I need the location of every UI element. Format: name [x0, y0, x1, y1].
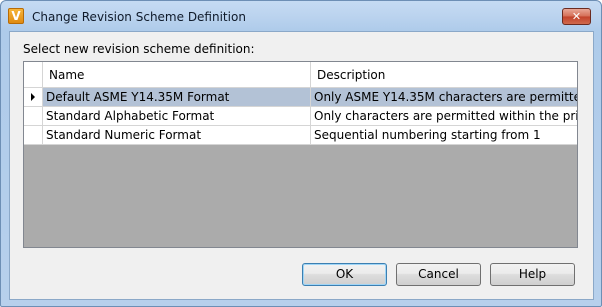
column-header-description[interactable]: Description: [311, 62, 577, 88]
column-header-name[interactable]: Name: [43, 62, 311, 88]
column-header-label: Description: [317, 68, 386, 82]
table-cell-description[interactable]: Sequential numbering starting from 1: [311, 126, 577, 145]
row-header[interactable]: [24, 126, 43, 145]
cancel-button[interactable]: Cancel: [396, 263, 481, 286]
prompt-label: Select new revision scheme definition:: [23, 42, 255, 56]
dialog-client-area: Select new revision scheme definition: N…: [9, 31, 594, 300]
table-cell-name[interactable]: Standard Numeric Format: [43, 126, 311, 145]
window-title: Change Revision Scheme Definition: [32, 10, 246, 24]
scheme-grid[interactable]: Name Description Default ASME Y14.35M Fo…: [23, 61, 578, 248]
dialog-window: V Change Revision Scheme Definition ✕ Se…: [0, 0, 602, 307]
cell-text: Only ASME Y14.35M characters are permitt…: [314, 90, 577, 104]
column-header-label: Name: [49, 68, 85, 82]
table-cell-name[interactable]: Default ASME Y14.35M Format: [43, 88, 311, 107]
close-button[interactable]: ✕: [562, 8, 591, 25]
vault-app-icon: V: [8, 8, 24, 24]
title-bar[interactable]: V Change Revision Scheme Definition ✕: [1, 1, 601, 31]
table-cell-description[interactable]: Only characters are permitted within the…: [311, 107, 577, 126]
table-cell-name[interactable]: Standard Alphabetic Format: [43, 107, 311, 126]
table-cell-description[interactable]: Only ASME Y14.35M characters are permitt…: [311, 88, 577, 107]
corner-header: [24, 62, 43, 88]
close-icon: ✕: [571, 10, 582, 23]
cell-text: Only characters are permitted within the…: [314, 109, 577, 123]
help-button[interactable]: Help: [490, 263, 575, 286]
cell-text: Standard Alphabetic Format: [46, 109, 215, 123]
row-header[interactable]: [24, 88, 43, 107]
cell-text: Default ASME Y14.35M Format: [46, 90, 230, 104]
cell-text: Standard Numeric Format: [46, 128, 202, 142]
ok-button[interactable]: OK: [302, 263, 387, 286]
current-row-arrow-icon: [31, 93, 35, 101]
row-header[interactable]: [24, 107, 43, 126]
cell-text: Sequential numbering starting from 1: [314, 128, 541, 142]
